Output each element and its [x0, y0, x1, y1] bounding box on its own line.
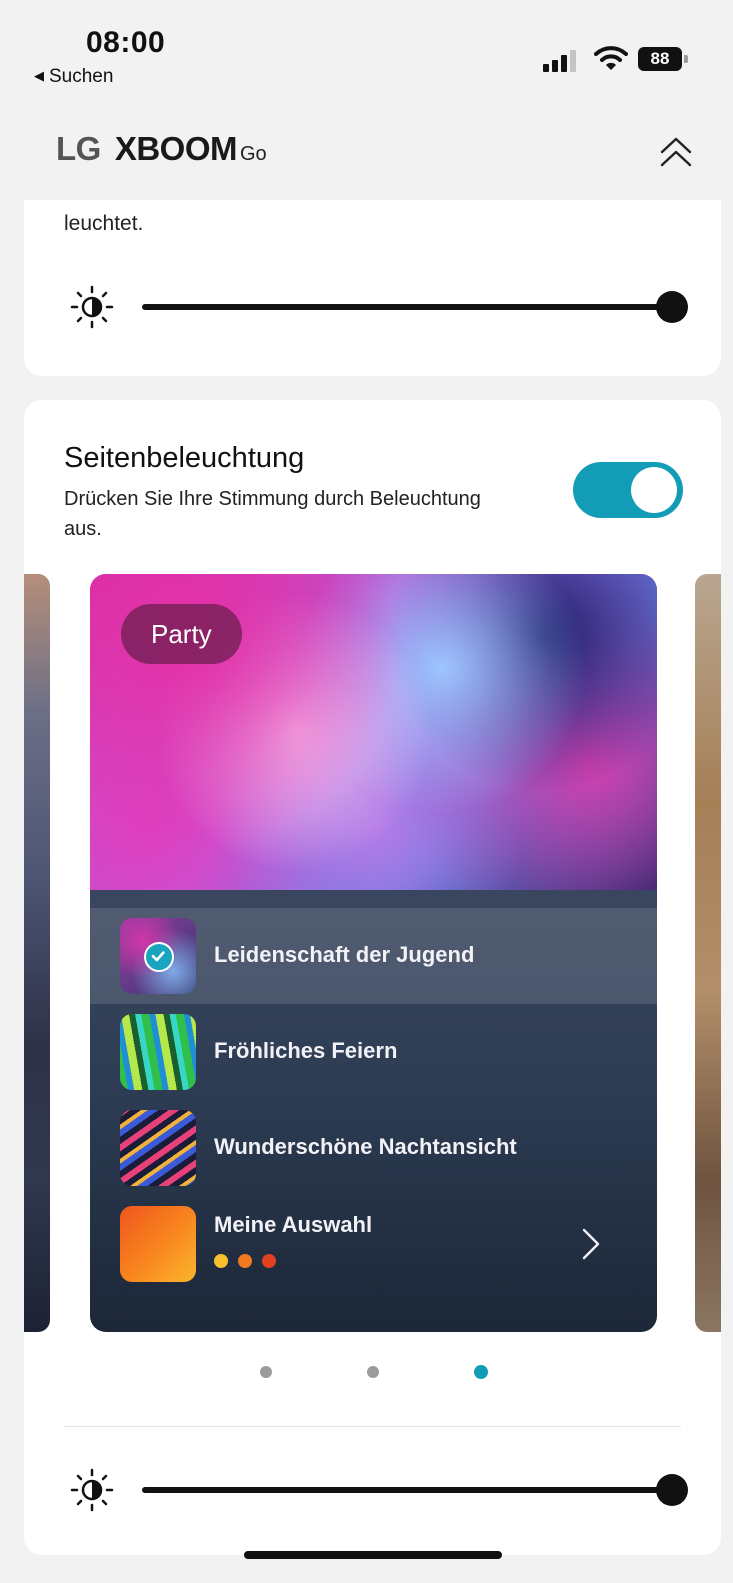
brand-logo: LG XBOOM Go — [56, 130, 267, 168]
carousel-pager — [24, 1362, 721, 1382]
status-time: 08:00 — [86, 26, 166, 59]
side-lighting-toggle[interactable] — [573, 462, 683, 518]
mood-item-label: Leidenschaft der Jugend — [214, 942, 475, 967]
brightness-slider-row — [70, 280, 690, 330]
home-indicator — [244, 1551, 502, 1559]
pager-dot[interactable] — [367, 1366, 379, 1378]
side-brightness-slider-thumb[interactable] — [656, 1474, 688, 1506]
pager-dot[interactable] — [260, 1366, 272, 1378]
mood-item-feiern[interactable]: Fröhliches Feiern — [90, 1004, 657, 1100]
mood-card-next[interactable] — [695, 574, 721, 1332]
brand-go: Go — [240, 143, 267, 165]
brightness-card: leuchtet. — [24, 200, 721, 376]
mood-thumb — [120, 918, 196, 994]
color-dot — [238, 1254, 252, 1268]
brightness-slider-track[interactable] — [142, 304, 672, 310]
chevron-right-icon[interactable] — [580, 1226, 602, 1262]
battery-icon: 88 — [638, 47, 688, 71]
cut-off-description: leuchtet. — [64, 212, 144, 235]
side-lighting-description: Drücken Sie Ihre Stimmung durch Beleucht… — [64, 488, 481, 540]
custom-color-dots — [214, 1254, 276, 1268]
mood-thumb — [120, 1110, 196, 1186]
side-brightness-slider-track[interactable] — [142, 1487, 672, 1493]
mood-thumb — [120, 1206, 196, 1282]
battery-level: 88 — [638, 47, 682, 71]
pager-dot-active[interactable] — [474, 1365, 488, 1379]
mood-item-nachtansicht[interactable]: Wunderschöne Nachtansicht — [90, 1100, 657, 1196]
mood-item-label: Wunderschöne Nachtansicht — [214, 1134, 517, 1159]
mood-card-party: Party Leidenschaft der Jugend Fröhliches… — [90, 574, 657, 1332]
wifi-icon — [594, 46, 628, 70]
brightness-icon — [70, 1468, 114, 1512]
status-bar: 08:00 ◀ Suchen 88 — [0, 0, 733, 100]
back-to-app-link[interactable]: ◀ Suchen — [34, 66, 113, 88]
color-dot — [214, 1254, 228, 1268]
mood-item-label: Fröhliches Feiern — [214, 1038, 398, 1063]
brightness-slider-thumb[interactable] — [656, 291, 688, 323]
mood-item-label: Meine Auswahl — [214, 1212, 373, 1237]
mood-card-previous[interactable] — [24, 574, 50, 1332]
double-chevron-up-icon[interactable] — [656, 134, 696, 170]
divider — [64, 1426, 681, 1427]
side-brightness-slider-row — [70, 1463, 690, 1513]
signal-icon — [543, 50, 581, 72]
back-triangle-icon: ◀ — [34, 68, 44, 83]
brand-lg: LG — [56, 130, 101, 167]
brightness-icon — [70, 285, 114, 329]
app-header: LG XBOOM Go — [0, 110, 733, 200]
mood-item-leidenschaft[interactable]: Leidenschaft der Jugend — [90, 908, 657, 1004]
mood-badge: Party — [121, 604, 242, 664]
color-dot — [262, 1254, 276, 1268]
side-lighting-card: Seitenbeleuchtung Drücken Sie Ihre Stimm… — [24, 400, 721, 1555]
mood-thumb — [120, 1014, 196, 1090]
brand-xboom: XBOOM — [114, 130, 238, 167]
mood-item-meine-auswahl[interactable]: Meine Auswahl — [90, 1196, 657, 1292]
side-lighting-title: Seitenbeleuchtung — [64, 442, 305, 474]
selected-check-icon — [144, 942, 174, 972]
back-app-label: Suchen — [49, 66, 114, 87]
